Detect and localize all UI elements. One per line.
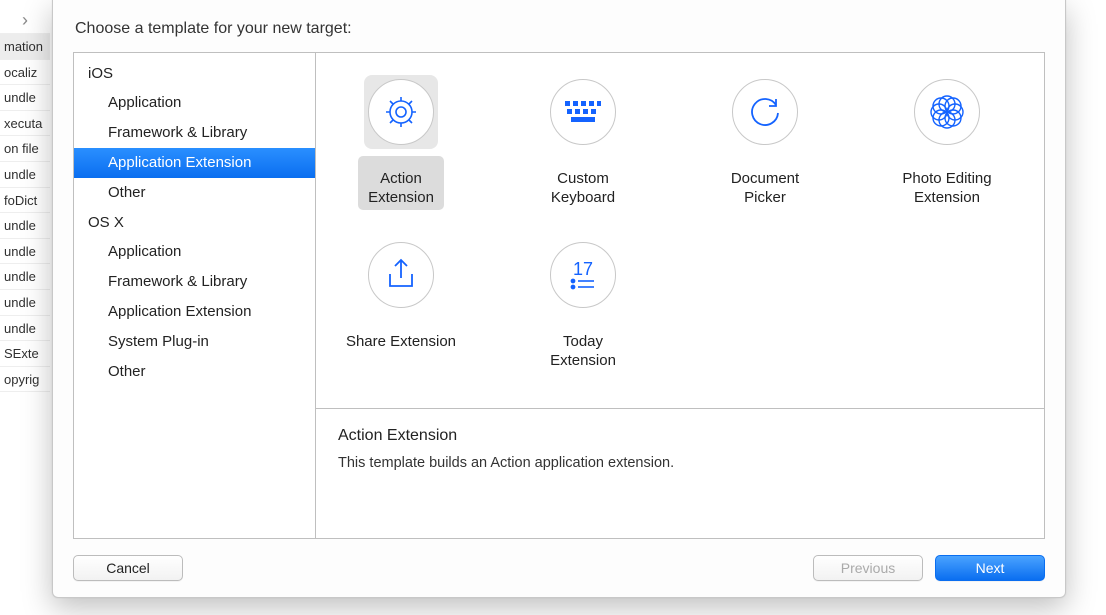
list-item: SExte bbox=[0, 341, 50, 367]
share-icon bbox=[368, 242, 434, 308]
list-item: undle bbox=[0, 162, 50, 188]
today-icon: 17 bbox=[550, 242, 616, 308]
cancel-button[interactable]: Cancel bbox=[73, 555, 183, 581]
sidebar-item-osx-application[interactable]: Application bbox=[74, 237, 315, 267]
sidebar-item-ios-other[interactable]: Other bbox=[74, 178, 315, 208]
list-item: ocaliz bbox=[0, 60, 50, 86]
list-item: undle bbox=[0, 290, 50, 316]
detail-title: Action Extension bbox=[338, 427, 1022, 445]
detail-description: This template builds an Action applicati… bbox=[338, 455, 1022, 471]
template-grid: Action Extension Custom Keyboard bbox=[316, 53, 1044, 408]
template-label: Photo Editing Extension bbox=[902, 169, 991, 207]
list-item: xecuta bbox=[0, 111, 50, 137]
chevron-right-icon: › bbox=[0, 8, 50, 34]
flower-icon bbox=[914, 79, 980, 145]
sidebar-item-osx-framework[interactable]: Framework & Library bbox=[74, 267, 315, 297]
template-label: Share Extension bbox=[346, 332, 456, 351]
template-detail: Action Extension This template builds an… bbox=[316, 408, 1044, 538]
dialog-title: Choose a template for your new target: bbox=[75, 20, 1045, 38]
template-area: Action Extension Custom Keyboard bbox=[316, 53, 1044, 538]
template-document-picker[interactable]: Document Picker bbox=[690, 71, 840, 216]
next-button[interactable]: Next bbox=[935, 555, 1045, 581]
template-label: Today Extension bbox=[550, 332, 616, 370]
template-share-extension[interactable]: Share Extension bbox=[326, 234, 476, 379]
sidebar-group-osx: OS X bbox=[74, 208, 315, 237]
template-photo-editing-extension[interactable]: Photo Editing Extension bbox=[872, 71, 1022, 216]
dialog-panel: iOS Application Framework & Library Appl… bbox=[73, 52, 1045, 539]
template-custom-keyboard[interactable]: Custom Keyboard bbox=[508, 71, 658, 216]
gear-icon bbox=[368, 79, 434, 145]
template-action-extension[interactable]: Action Extension bbox=[326, 71, 476, 216]
list-item: undle bbox=[0, 213, 50, 239]
list-item: opyrig bbox=[0, 367, 50, 393]
template-label: Action Extension bbox=[368, 169, 434, 207]
list-item: undle bbox=[0, 85, 50, 111]
list-item: undle bbox=[0, 239, 50, 265]
dialog-footer: Cancel Previous Next bbox=[73, 555, 1045, 581]
sidebar-item-ios-application[interactable]: Application bbox=[74, 88, 315, 118]
sidebar-item-osx-app-extension[interactable]: Application Extension bbox=[74, 297, 315, 327]
list-item: mation bbox=[0, 34, 50, 60]
list-item: undle bbox=[0, 316, 50, 342]
sidebar-item-osx-system-plugin[interactable]: System Plug-in bbox=[74, 327, 315, 357]
list-item: foDict bbox=[0, 188, 50, 214]
background-sidebar: › mation ocaliz undle xecuta on file und… bbox=[0, 8, 50, 392]
keyboard-icon bbox=[550, 79, 616, 145]
list-item: undle bbox=[0, 264, 50, 290]
category-sidebar: iOS Application Framework & Library Appl… bbox=[74, 53, 316, 538]
sidebar-item-ios-framework[interactable]: Framework & Library bbox=[74, 118, 315, 148]
today-number: 17 bbox=[573, 260, 593, 278]
sidebar-item-ios-app-extension[interactable]: Application Extension bbox=[74, 148, 315, 178]
refresh-icon bbox=[732, 79, 798, 145]
previous-button[interactable]: Previous bbox=[813, 555, 923, 581]
template-today-extension[interactable]: 17 Today Extension bbox=[508, 234, 658, 379]
list-item: on file bbox=[0, 136, 50, 162]
sidebar-group-ios: iOS bbox=[74, 59, 315, 88]
new-target-dialog: Choose a template for your new target: i… bbox=[52, 0, 1066, 598]
sidebar-item-osx-other[interactable]: Other bbox=[74, 357, 315, 387]
template-label: Custom Keyboard bbox=[551, 169, 615, 207]
template-label: Document Picker bbox=[731, 169, 799, 207]
